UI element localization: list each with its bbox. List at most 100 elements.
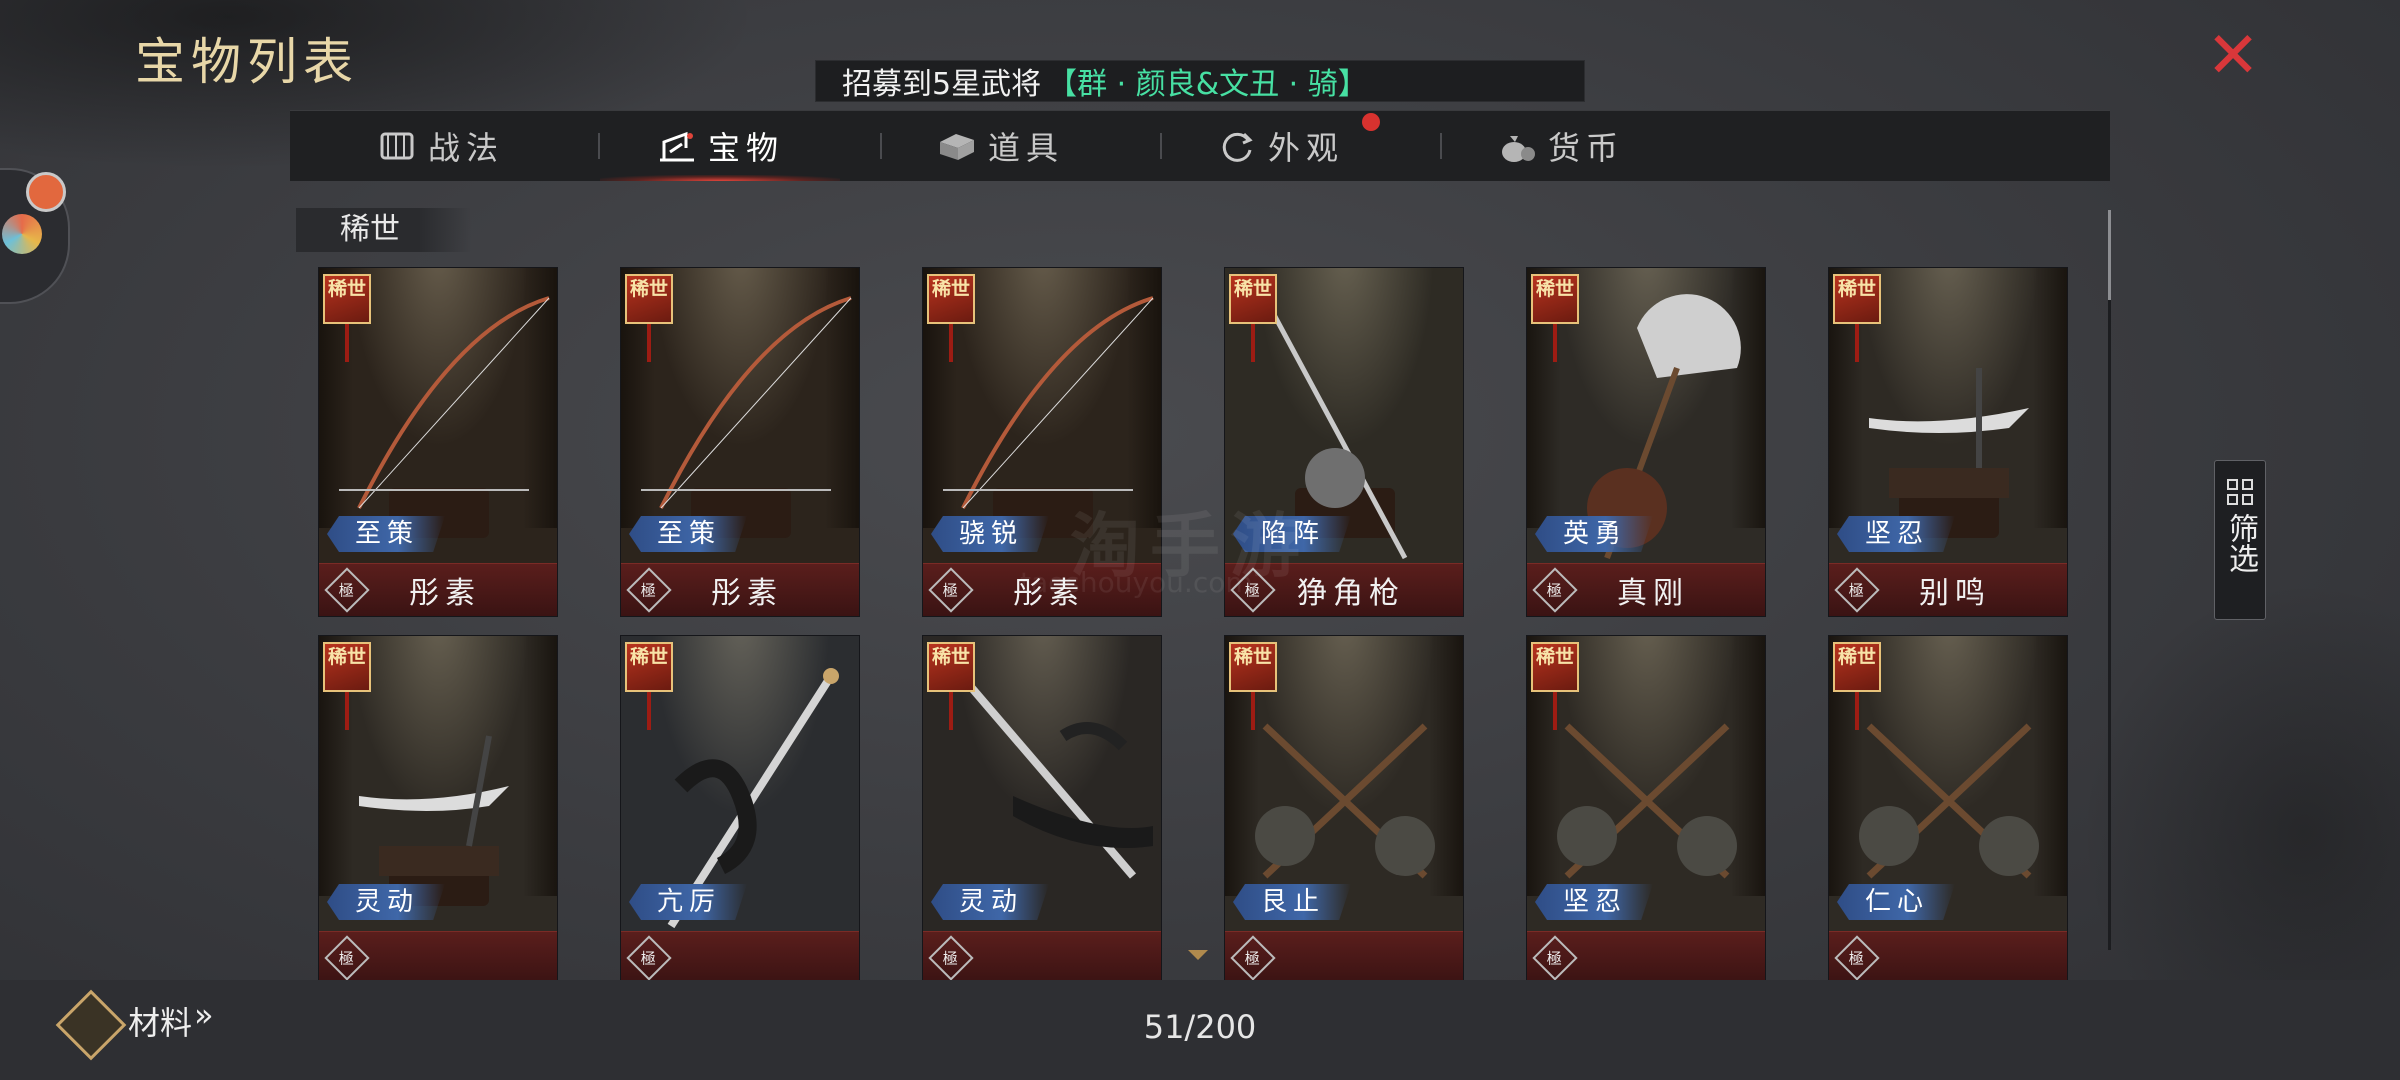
chevron-right-icon[interactable]: » bbox=[194, 996, 214, 1034]
filter-button[interactable]: 筛选 bbox=[2214, 460, 2266, 620]
skill-tag: 骁锐 bbox=[931, 516, 1049, 552]
filter-grid-icon bbox=[2227, 479, 2253, 505]
refresh-icon bbox=[1216, 128, 1258, 164]
tassel-decoration bbox=[949, 692, 953, 730]
scroll-down-indicator-icon bbox=[1188, 950, 1208, 960]
tab-bar: 战法 宝物 道具 外观 货币 bbox=[290, 110, 2110, 181]
grade-icon: 極 bbox=[626, 935, 672, 981]
name-bar: 極 彤素 bbox=[319, 563, 557, 616]
watermark-url: taoshouyou.com bbox=[1020, 566, 1253, 599]
tab-currency[interactable]: 货币 bbox=[1420, 111, 1700, 181]
rare-badge: 稀世 bbox=[927, 642, 975, 692]
scrollbar[interactable] bbox=[2108, 210, 2111, 950]
tab-label: 战法 bbox=[427, 129, 504, 167]
rare-badge: 稀世 bbox=[1833, 642, 1881, 692]
tab-treasures[interactable]: 宝物 bbox=[580, 111, 860, 181]
name-bar: 極 bbox=[923, 931, 1161, 984]
name-bar: 極 彤素 bbox=[621, 563, 859, 616]
tassel-decoration bbox=[1251, 692, 1255, 730]
ticker-highlight: 【群 · 颜良&文丑 · 骑】 bbox=[1047, 67, 1368, 102]
ink-decoration-right bbox=[2080, 580, 2400, 1000]
treasure-card[interactable]: 稀世 亢厉 極 bbox=[620, 635, 860, 985]
skill-tag: 坚忍 bbox=[1837, 516, 1955, 552]
name-bar: 極 别鸣 bbox=[1829, 563, 2067, 616]
section-header: 稀世 bbox=[296, 208, 471, 252]
treasure-card[interactable]: 稀世 艮止 極 bbox=[1224, 635, 1464, 985]
skill-tag: 坚忍 bbox=[1535, 884, 1653, 920]
skill-tag: 亢厉 bbox=[629, 884, 747, 920]
close-icon[interactable]: ✕ bbox=[2205, 24, 2261, 88]
grade-icon: 極 bbox=[928, 935, 974, 981]
name-bar: 極 bbox=[1527, 931, 1765, 984]
treasure-card[interactable]: 稀世 坚忍 極 别鸣 bbox=[1828, 267, 2068, 617]
tassel-decoration bbox=[345, 324, 349, 362]
notification-dot bbox=[26, 172, 66, 212]
event-flower-icon bbox=[2, 214, 42, 254]
treasure-card[interactable]: 稀世 灵动 極 bbox=[922, 635, 1162, 985]
scroll-icon bbox=[376, 128, 418, 164]
name-bar: 極 真刚 bbox=[1527, 563, 1765, 616]
item-count: 51/200 bbox=[1143, 1008, 1257, 1046]
tab-label: 外观 bbox=[1267, 129, 1344, 167]
notification-dot bbox=[1362, 113, 1380, 131]
skill-tag: 仁心 bbox=[1837, 884, 1955, 920]
tab-items[interactable]: 道具 bbox=[860, 111, 1140, 181]
tassel-decoration bbox=[345, 692, 349, 730]
skill-tag: 至策 bbox=[629, 516, 747, 552]
rare-badge: 稀世 bbox=[1531, 642, 1579, 692]
tassel-decoration bbox=[647, 692, 651, 730]
rare-badge: 稀世 bbox=[1531, 274, 1579, 324]
name-bar: 極 bbox=[1225, 931, 1463, 984]
treasure-card[interactable]: 稀世 至策 極 彤素 bbox=[318, 267, 558, 617]
tab-tactics[interactable]: 战法 bbox=[300, 111, 580, 181]
rare-badge: 稀世 bbox=[927, 274, 975, 324]
tab-appearance[interactable]: 外观 bbox=[1140, 111, 1420, 181]
tab-label: 道具 bbox=[987, 129, 1064, 167]
page-title: 宝物列表 bbox=[135, 33, 359, 91]
rare-badge: 稀世 bbox=[1229, 642, 1277, 692]
item-name: 彤素 bbox=[711, 576, 783, 611]
name-bar: 極 bbox=[319, 931, 557, 984]
treasure-card[interactable]: 稀世 至策 極 彤素 bbox=[620, 267, 860, 617]
tab-label: 宝物 bbox=[707, 129, 784, 167]
rare-badge: 稀世 bbox=[1229, 274, 1277, 324]
grade-icon: 極 bbox=[1834, 935, 1880, 981]
announcement-ticker: 招募到5星武将 【群 · 颜良&文丑 · 骑】 bbox=[815, 60, 1585, 102]
tab-label: 货币 bbox=[1547, 129, 1624, 167]
grade-icon: 極 bbox=[1230, 935, 1276, 981]
rare-badge: 稀世 bbox=[323, 274, 371, 324]
grade-icon: 極 bbox=[1532, 935, 1578, 981]
skill-tag: 艮止 bbox=[1233, 884, 1351, 920]
tassel-decoration bbox=[1553, 324, 1557, 362]
grade-icon: 極 bbox=[324, 935, 370, 981]
rare-badge: 稀世 bbox=[625, 274, 673, 324]
name-bar: 極 bbox=[1829, 931, 2067, 984]
tassel-decoration bbox=[1251, 324, 1255, 362]
skill-tag: 灵动 bbox=[327, 884, 445, 920]
filter-label: 筛选 bbox=[2223, 513, 2258, 573]
materials-link[interactable]: 材料 bbox=[128, 998, 192, 1044]
treasure-card[interactable]: 稀世 灵动 極 bbox=[318, 635, 558, 985]
treasure-card[interactable]: 稀世 英勇 極 真刚 bbox=[1526, 267, 1766, 617]
item-name: 彤素 bbox=[409, 576, 481, 611]
tassel-decoration bbox=[1855, 692, 1859, 730]
item-name: 别鸣 bbox=[1919, 576, 1991, 611]
treasure-icon bbox=[656, 128, 698, 164]
money-bag-icon bbox=[1496, 128, 1538, 164]
rare-badge: 稀世 bbox=[323, 642, 371, 692]
skill-tag: 英勇 bbox=[1535, 516, 1653, 552]
skill-tag: 灵动 bbox=[931, 884, 1049, 920]
treasure-card[interactable]: 稀世 坚忍 極 bbox=[1526, 635, 1766, 985]
item-name: 真刚 bbox=[1617, 576, 1689, 611]
name-bar: 極 bbox=[621, 931, 859, 984]
ticker-text: 招募到5星武将 bbox=[842, 67, 1042, 102]
tassel-decoration bbox=[1553, 692, 1557, 730]
scrollbar-thumb[interactable] bbox=[2108, 210, 2111, 300]
skill-tag: 至策 bbox=[327, 516, 445, 552]
rare-badge: 稀世 bbox=[1833, 274, 1881, 324]
treasure-card[interactable]: 稀世 仁心 極 bbox=[1828, 635, 2068, 985]
side-event-button[interactable] bbox=[0, 168, 70, 304]
box-icon bbox=[936, 128, 978, 164]
rare-badge: 稀世 bbox=[625, 642, 673, 692]
tassel-decoration bbox=[1855, 324, 1859, 362]
